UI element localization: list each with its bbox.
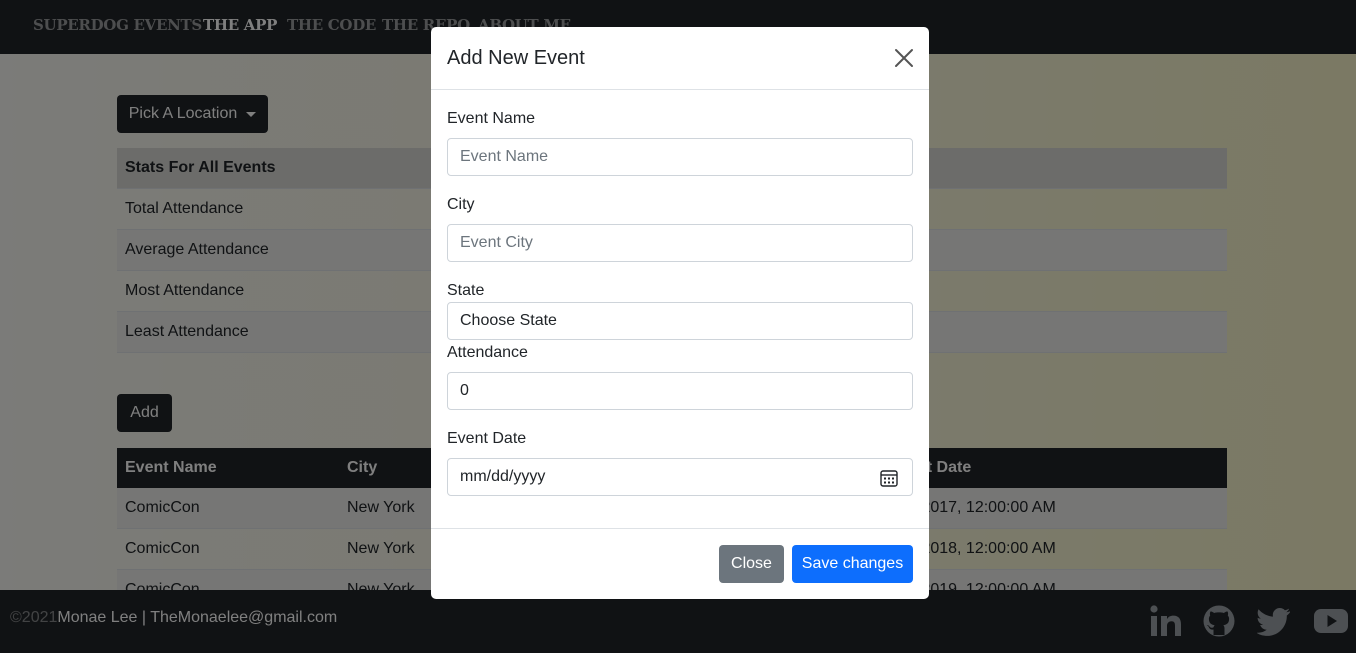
modal-footer: Close Save changes	[431, 528, 929, 599]
close-button[interactable]: Close	[719, 545, 784, 583]
event-date-input[interactable]: mm/dd/yyyy	[447, 458, 913, 496]
event-date-label: Event Date	[447, 430, 527, 447]
close-icon[interactable]	[893, 47, 915, 69]
add-event-modal: Add New Event Event Name City State Choo…	[431, 27, 929, 599]
modal-header: Add New Event	[431, 27, 929, 90]
attendance-label: Attendance	[447, 344, 528, 361]
event-name-label: Event Name	[447, 110, 536, 127]
attendance-input[interactable]: 0	[447, 372, 913, 410]
state-select[interactable]: Choose State	[447, 302, 913, 340]
state-label: State	[447, 282, 485, 299]
city-label: City	[447, 196, 475, 213]
calendar-icon[interactable]	[880, 469, 898, 487]
modal-title: Add New Event	[447, 47, 585, 69]
event-name-input[interactable]	[447, 138, 913, 176]
save-changes-button[interactable]: Save changes	[792, 545, 913, 583]
event-date-placeholder: mm/dd/yyyy	[460, 468, 546, 485]
city-input[interactable]	[447, 224, 913, 262]
